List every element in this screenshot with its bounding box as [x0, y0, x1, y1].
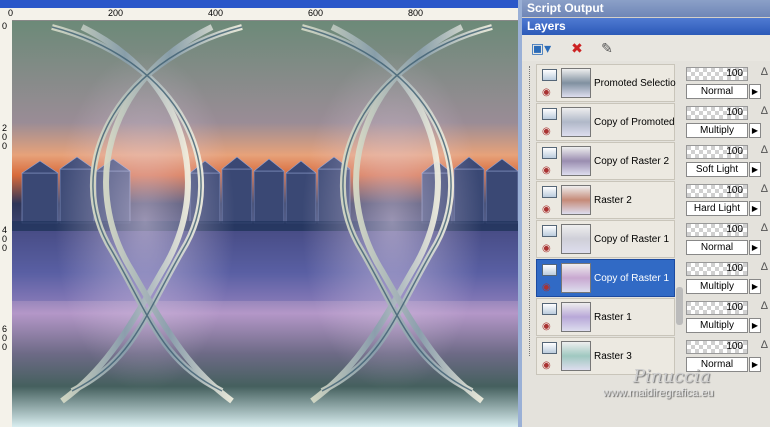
- layer-thumbnail: [561, 146, 591, 176]
- lock-icon[interactable]: ∆: [761, 222, 768, 234]
- blend-mode-select[interactable]: Normal: [686, 240, 748, 255]
- edit-layer-icon[interactable]: ✎: [598, 39, 616, 57]
- window-title-strip: [0, 0, 522, 8]
- layer-name: Raster 1: [594, 312, 632, 323]
- blend-mode-select[interactable]: Soft Light: [686, 162, 748, 177]
- horizontal-ruler: 0 200 400 600 800: [0, 8, 522, 21]
- opacity-slider[interactable]: 100: [686, 106, 748, 120]
- layers-toolbar: ▣▾ ✖ ✎: [522, 35, 770, 62]
- layer-name: Copy of Raster 1: [594, 273, 670, 284]
- visibility-eye-icon[interactable]: ◉: [542, 360, 551, 372]
- visibility-eye-icon[interactable]: ◉: [542, 204, 551, 216]
- blend-mode-select[interactable]: Multiply: [686, 279, 748, 294]
- layer-type-icon[interactable]: [542, 186, 557, 198]
- blend-mode-arrow-icon[interactable]: ▶: [749, 201, 761, 216]
- lock-icon[interactable]: ∆: [761, 261, 768, 273]
- opacity-slider[interactable]: 100: [686, 262, 748, 276]
- layer-type-icon[interactable]: [542, 303, 557, 315]
- blend-mode-select[interactable]: Multiply: [686, 123, 748, 138]
- watermark-url: www.maidiregrafica.eu: [603, 387, 714, 399]
- layer-properties: 100 Normal ▶ ∆: [686, 64, 768, 102]
- opacity-slider[interactable]: 100: [686, 145, 748, 159]
- vruler-tick-600: 6 0 0: [2, 324, 8, 352]
- layer-type-icon[interactable]: [542, 342, 557, 354]
- layer-properties: 100 Multiply ▶ ∆: [686, 259, 768, 297]
- ruler-tick-200: 200: [108, 8, 124, 18]
- layer-type-icon[interactable]: [542, 225, 557, 237]
- layer-row[interactable]: ◉ Copy of Raster 1: [536, 220, 675, 258]
- blend-mode-arrow-icon[interactable]: ▶: [749, 162, 761, 177]
- lock-icon[interactable]: ∆: [761, 66, 768, 78]
- layer-thumbnail: [561, 68, 591, 98]
- lock-icon[interactable]: ∆: [761, 144, 768, 156]
- layer-properties: 100 Soft Light ▶ ∆: [686, 142, 768, 180]
- layer-type-icon[interactable]: [542, 264, 557, 276]
- layer-type-icon[interactable]: [542, 147, 557, 159]
- opacity-slider[interactable]: 100: [686, 184, 748, 198]
- layer-name: Promoted Selection: [594, 78, 676, 89]
- layer-type-icon[interactable]: [542, 69, 557, 81]
- layer-type-icon[interactable]: [542, 108, 557, 120]
- layer-thumbnail: [561, 107, 591, 137]
- script-output-title[interactable]: Script Output: [522, 0, 770, 17]
- splitter-grip[interactable]: [676, 287, 683, 325]
- layer-row[interactable]: ◉ Promoted Selection: [536, 64, 676, 102]
- layer-thumbnail: [561, 263, 591, 293]
- lock-icon[interactable]: ∆: [761, 339, 768, 351]
- new-layer-icon[interactable]: ▣▾: [530, 39, 552, 57]
- blend-mode-arrow-icon[interactable]: ▶: [749, 84, 761, 99]
- layer-name: Copy of Promoted: [594, 117, 675, 128]
- layer-properties: 100 Multiply ▶ ∆: [686, 298, 768, 336]
- layer-row[interactable]: ◉ Copy of Raster 1: [536, 259, 675, 297]
- visibility-eye-icon[interactable]: ◉: [542, 243, 551, 255]
- visibility-eye-icon[interactable]: ◉: [542, 126, 551, 138]
- blend-mode-arrow-icon[interactable]: ▶: [749, 279, 761, 294]
- blend-mode-arrow-icon[interactable]: ▶: [749, 123, 761, 138]
- canvas-artwork: [12, 21, 518, 427]
- delete-layer-icon[interactable]: ✖: [568, 39, 586, 57]
- ruler-tick-800: 800: [408, 8, 424, 18]
- opacity-slider[interactable]: 100: [686, 301, 748, 315]
- blend-mode-select[interactable]: Hard Light: [686, 201, 748, 216]
- layer-properties: 100 Multiply ▶ ∆: [686, 103, 768, 141]
- blend-mode-select[interactable]: Multiply: [686, 318, 748, 333]
- opacity-slider[interactable]: 100: [686, 223, 748, 237]
- layer-row[interactable]: ◉ Copy of Promoted: [536, 103, 675, 141]
- layer-properties: 100 Normal ▶ ∆: [686, 220, 768, 258]
- vruler-tick-200: 2 0 0: [2, 123, 8, 151]
- visibility-eye-icon[interactable]: ◉: [542, 165, 551, 177]
- visibility-eye-icon[interactable]: ◉: [542, 321, 551, 333]
- blend-mode-select[interactable]: Normal: [686, 84, 748, 99]
- blend-mode-arrow-icon[interactable]: ▶: [749, 357, 761, 372]
- opacity-slider[interactable]: 100: [686, 67, 748, 81]
- visibility-eye-icon[interactable]: ◉: [542, 282, 551, 294]
- ruler-tick-400: 400: [208, 8, 224, 18]
- vruler-tick-0: 0: [2, 21, 8, 31]
- lock-icon[interactable]: ∆: [761, 300, 768, 312]
- layer-thumbnail: [561, 224, 591, 254]
- lock-icon[interactable]: ∆: [761, 105, 768, 117]
- blend-mode-arrow-icon[interactable]: ▶: [749, 318, 761, 333]
- layer-thumbnail: [561, 185, 591, 215]
- layer-row[interactable]: ◉ Copy of Raster 2: [536, 142, 675, 180]
- layer-thumbnail: [561, 302, 591, 332]
- ruler-tick-600: 600: [308, 8, 324, 18]
- layer-thumbnail: [561, 341, 591, 371]
- layer-name: Copy of Raster 1: [594, 234, 670, 245]
- tree-connector: [529, 66, 530, 356]
- vruler-tick-400: 4 0 0: [2, 225, 8, 253]
- layer-row[interactable]: ◉ Raster 2: [536, 181, 675, 219]
- layer-properties: 100 Hard Light ▶ ∆: [686, 181, 768, 219]
- layers-panel-title[interactable]: Layers: [522, 18, 770, 35]
- opacity-slider[interactable]: 100: [686, 340, 748, 354]
- layer-name: Raster 2: [594, 195, 632, 206]
- blend-mode-arrow-icon[interactable]: ▶: [749, 240, 761, 255]
- visibility-eye-icon[interactable]: ◉: [542, 87, 551, 99]
- watermark-signature: Pinuccia: [633, 366, 711, 387]
- ruler-tick-0: 0: [8, 8, 14, 18]
- image-canvas[interactable]: [12, 21, 518, 427]
- layer-row[interactable]: ◉ Raster 1: [536, 298, 675, 336]
- lock-icon[interactable]: ∆: [761, 183, 768, 195]
- layer-name: Copy of Raster 2: [594, 156, 670, 167]
